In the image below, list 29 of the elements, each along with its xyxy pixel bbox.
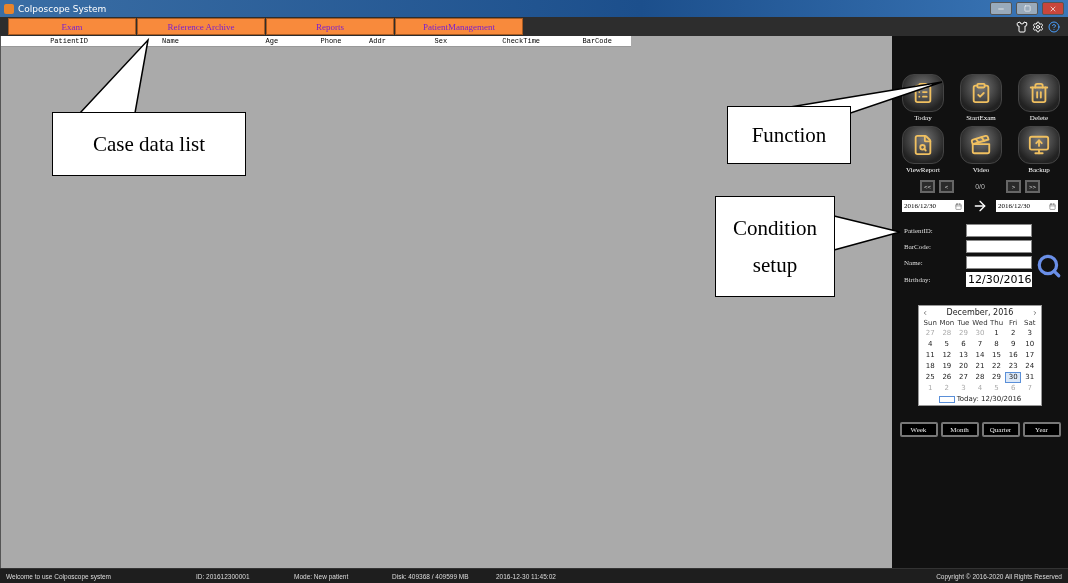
window-title: Colposcope System: [18, 3, 108, 14]
callout-label: Condition setup: [715, 196, 835, 297]
settings-icon[interactable]: [1032, 20, 1044, 33]
maximize-button[interactable]: [1016, 2, 1038, 15]
previous-month-icon[interactable]: [922, 309, 928, 316]
minimize-button[interactable]: [990, 2, 1012, 15]
shirt-icon[interactable]: [1016, 20, 1028, 33]
app-icon: [4, 3, 14, 14]
calendar-icon[interactable]: [1049, 202, 1056, 210]
clapperboard-icon: [970, 134, 992, 156]
calendar-icon[interactable]: [955, 202, 962, 210]
today-marker-icon: [938, 395, 955, 403]
monitor-icon: [1028, 134, 1050, 156]
input-field[interactable]: [966, 256, 1032, 269]
help-icon[interactable]: [1048, 20, 1060, 33]
maximize-icon: [1023, 5, 1031, 12]
calendar-title: December, 2016: [946, 308, 1014, 317]
callout-label: Function: [727, 106, 851, 164]
input-field[interactable]: [966, 224, 1032, 237]
birthday-picker[interactable]: 12/30/2016: [966, 272, 1032, 287]
next-month-icon[interactable]: [1032, 309, 1038, 316]
clipboard-check-icon: [970, 82, 992, 104]
search-button[interactable]: [1036, 252, 1062, 279]
close-icon: [1049, 4, 1057, 13]
close-button[interactable]: [1042, 2, 1064, 15]
trash-can-icon: [1028, 82, 1050, 104]
clipboard-list-icon: [912, 82, 934, 104]
document-search-icon: [912, 134, 934, 156]
input-field[interactable]: [966, 240, 1032, 253]
